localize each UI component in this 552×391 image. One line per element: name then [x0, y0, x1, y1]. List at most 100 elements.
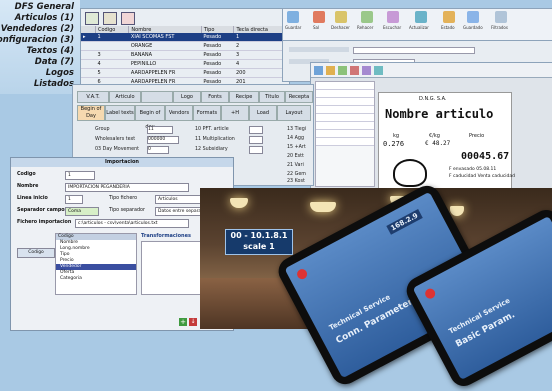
undo-icon[interactable] [335, 11, 347, 23]
accept-icon[interactable]: + [179, 318, 187, 326]
column-header-nombre[interactable]: Nombre [128, 26, 202, 33]
tab-titulo[interactable]: Titulo [259, 91, 285, 103]
sidebar-item-vendedores[interactable]: Vendedores (2) [1, 24, 74, 34]
dialog-title: Importacion [11, 158, 233, 167]
transform-title: Transformaciones [141, 233, 191, 239]
list-item[interactable]: Categoria [56, 276, 136, 282]
sidebar-item-listados[interactable]: Listados [34, 79, 74, 89]
ribbon-label: Actualizar [409, 25, 429, 30]
list-item[interactable] [316, 82, 374, 90]
filter-icon[interactable] [495, 11, 507, 23]
label-preview: D.N.G. S.A. Nombre articulo kg €/kg 0.27… [378, 92, 515, 192]
column-list: Codigo Nombre Long.nombre Tipo Precio Ve… [55, 233, 137, 295]
ceiling-lamp [230, 198, 248, 208]
table-row[interactable]: ORANGE Pesado 2 [81, 41, 289, 51]
separador-select[interactable]: Coma [65, 207, 99, 216]
sidebar-item-textos[interactable]: Textos (4) [26, 46, 74, 56]
ribbon-label: Guardar [285, 25, 302, 30]
open-icon[interactable] [326, 66, 335, 75]
articles-table-window: Codigo Nombre Tipo Tecla directa ▸ 1 XIAI … [80, 8, 290, 88]
close-icon[interactable] [295, 267, 309, 281]
unit-price-value: € 48.27 [425, 140, 451, 147]
day-movement-field[interactable]: 0 [147, 146, 169, 154]
subtab-label-texts[interactable]: Label texts [105, 105, 135, 121]
product-name: Nombre articulo [385, 107, 494, 121]
sidebar-item-dfs-general[interactable]: DFS General [15, 2, 74, 12]
cancel-icon[interactable]: ↓ [189, 318, 197, 326]
fichero-field[interactable]: c:\articulos - csv\venta\articulos.txt [75, 219, 189, 228]
column-header-tipo[interactable]: Tipo [201, 26, 235, 33]
sidebar-item-articulos[interactable]: Articulos (1) [15, 13, 74, 23]
sidebar-item-configuracion[interactable]: Configuracion (3) [0, 35, 74, 45]
subtab-load[interactable]: Load [249, 105, 277, 121]
list-item[interactable] [316, 122, 374, 130]
list-item[interactable] [316, 130, 374, 138]
close-icon[interactable] [423, 286, 437, 301]
line-tool-icon[interactable] [374, 66, 383, 75]
column-header-codigo[interactable]: Codigo [95, 26, 130, 33]
table-row[interactable]: 4 PEPINILLO Pesado 4 [81, 59, 289, 69]
logo-cartoon [393, 159, 427, 187]
status-icon[interactable] [443, 11, 455, 23]
ribbon-label: Guardado [463, 25, 483, 30]
subtab-vendors[interactable]: Vendors [165, 105, 193, 121]
form-field[interactable] [353, 47, 475, 54]
table-row[interactable]: 5 AARDAPPELEN FR Pesado 200 [81, 68, 289, 78]
ribbon-label: Sal [313, 25, 320, 30]
wholesalers-field[interactable]: 000000 [147, 136, 179, 144]
weight-value: 0.276 [383, 140, 405, 148]
tab-blank[interactable] [141, 91, 173, 103]
scale-ip-badge: 00 - 10.1.8.1 scale 1 [225, 229, 293, 255]
articles-table: Codigo Nombre Tipo Tecla directa ▸ 1 XIAI … [81, 26, 289, 87]
redo-icon[interactable] [361, 11, 373, 23]
new-record-icon[interactable] [85, 12, 99, 25]
tab-articulo[interactable]: Articulo [109, 91, 141, 103]
image-tool-icon[interactable] [362, 66, 371, 75]
codigo-field[interactable]: 1 [65, 171, 95, 180]
subtab-begin-of-day[interactable]: Begin of Day [77, 105, 105, 121]
table-row[interactable]: 3 BANANA Pesado 3 [81, 50, 289, 60]
text-tool-icon[interactable] [338, 66, 347, 75]
barcode-tool-icon[interactable] [350, 66, 359, 75]
sidebar-item-logos[interactable]: Logos [46, 68, 74, 78]
column-header-tecla[interactable]: Tecla directa [233, 26, 289, 33]
tab-recepta[interactable]: Recepta [285, 91, 313, 103]
checkbox-field[interactable] [249, 146, 263, 154]
save-icon[interactable] [287, 11, 299, 23]
field-list [315, 81, 375, 187]
listen-icon[interactable] [387, 11, 399, 23]
total-price: 00045.67 [461, 151, 510, 162]
nombre-field[interactable]: IMPORTACION PEGANDERIA [65, 183, 189, 192]
checkbox-field[interactable] [249, 136, 263, 144]
tab-logo[interactable]: Logo [173, 91, 201, 103]
ceiling-lamp [450, 206, 464, 216]
ceiling-lamp [310, 202, 336, 212]
group-field[interactable]: 11 [147, 126, 173, 134]
tab-vat[interactable]: V.A.T. [77, 91, 109, 103]
checkbox-field[interactable] [249, 126, 263, 134]
tab-fonts[interactable]: Fonts [201, 91, 229, 103]
edit-record-icon[interactable] [103, 12, 117, 25]
ribbon-label: Filtrados [491, 25, 508, 30]
ribbon-label: Deshacer [331, 25, 350, 30]
list-item[interactable] [316, 90, 374, 98]
list-item[interactable] [316, 138, 374, 146]
list-item[interactable] [316, 98, 374, 106]
delete-record-icon[interactable] [121, 12, 135, 25]
subtab-formats[interactable]: Formats [193, 105, 221, 121]
subtab-h[interactable]: +H [221, 105, 249, 121]
tab-recipe[interactable]: Recipe [229, 91, 259, 103]
refresh-icon[interactable] [415, 11, 427, 23]
shop-name: D.N.G. S.A. [419, 96, 447, 102]
new-icon[interactable] [314, 66, 323, 75]
list-item[interactable] [316, 106, 374, 114]
subtab-begin-day[interactable]: Begin of day [135, 105, 165, 130]
saved-icon[interactable] [467, 11, 479, 23]
subtab-layout[interactable]: Layout [277, 105, 311, 121]
list-item[interactable] [316, 114, 374, 122]
exit-icon[interactable] [313, 11, 325, 23]
sidebar-item-data[interactable]: Data (7) [35, 57, 74, 67]
list-button[interactable]: Codigo [17, 248, 55, 258]
table-row[interactable]: ▸ 1 XIAI SCOMAS FST Pesado 1 [81, 33, 289, 42]
linea-inicio-field[interactable]: 1 [65, 195, 83, 204]
